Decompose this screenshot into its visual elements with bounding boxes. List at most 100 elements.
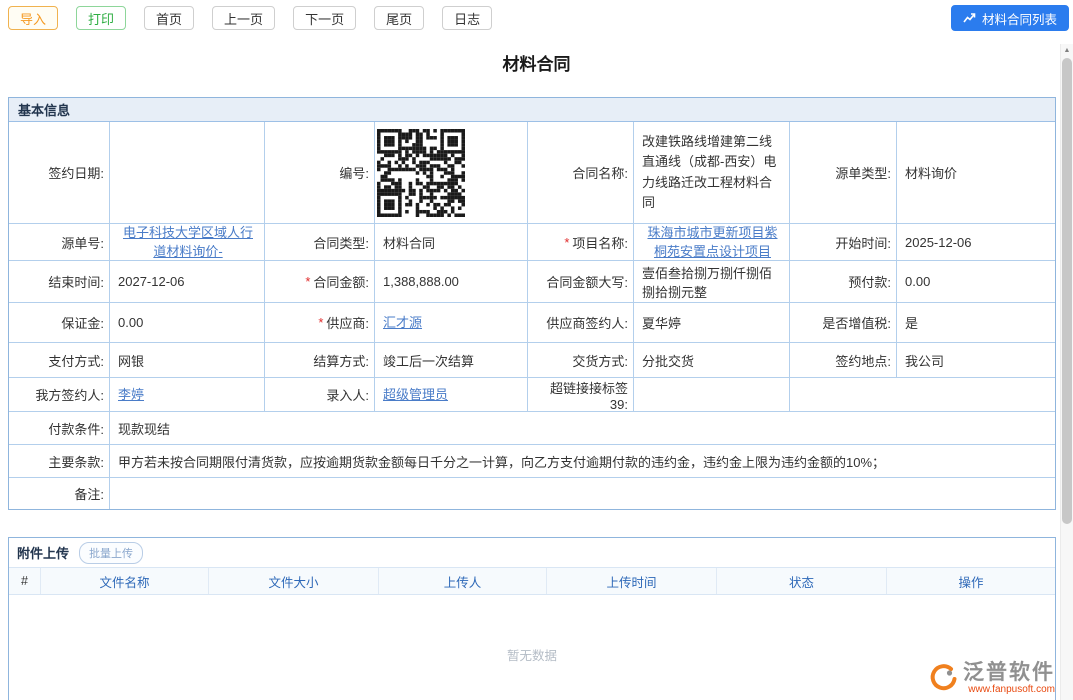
label-deposit: 保证金:: [9, 303, 110, 343]
value-pay-terms: 现款现结: [110, 412, 1055, 445]
col-file-name: 文件名称: [41, 568, 209, 594]
basic-info-section: 基本信息 签约日期: 编号: 合同名称: 改建铁路线增建第二线直通线（成都-西安…: [8, 97, 1056, 510]
value-hyperlink39: [634, 378, 790, 412]
trend-arrow-icon: [963, 12, 976, 24]
first-page-button[interactable]: 首页: [144, 6, 194, 30]
vertical-scrollbar[interactable]: ▲: [1060, 44, 1073, 700]
project-name-link[interactable]: 珠海市城市更新项目紫桐苑安置点设计项目: [642, 223, 783, 262]
label-pay-terms: 付款条件:: [9, 412, 110, 445]
value-settle-method: 竣工后一次结算: [375, 343, 528, 378]
label-pay-method: 支付方式:: [9, 343, 110, 378]
col-upload-time: 上传时间: [547, 568, 717, 594]
value-main-terms: 甲方若未按合同期限付清货款，应按逾期货款金额每日千分之一计算，向乙方支付逾期付款…: [110, 445, 1055, 478]
page-title: 材料合同: [0, 50, 1073, 75]
attachments-section-title: 附件上传: [17, 543, 69, 562]
value-our-signer: 李婷: [110, 378, 265, 412]
prev-page-button[interactable]: 上一页: [212, 6, 275, 30]
brand-name: 泛普软件: [963, 661, 1055, 684]
label-amount-caps: 合同金额大写:: [528, 261, 634, 303]
value-pay-method: 网银: [110, 343, 265, 378]
value-supplier: 汇才源: [375, 303, 528, 343]
value-project-name: 珠海市城市更新项目紫桐苑安置点设计项目: [634, 224, 790, 261]
value-vat: 是: [897, 303, 1055, 343]
value-source-no: 电子科技大学区域人行道材料询价-: [110, 224, 265, 261]
value-contract-name: 改建铁路线增建第二线直通线（成都-西安）电力线路迁改工程材料合同: [634, 122, 790, 224]
contract-list-button-label: 材料合同列表: [982, 9, 1057, 28]
toolbar: 导入 打印 首页 上一页 下一页 尾页 日志 材料合同列表: [0, 0, 1073, 36]
value-sign-date: [110, 122, 265, 224]
label-settle-method: 结算方式:: [265, 343, 375, 378]
label-project-name: * 项目名称:: [528, 224, 634, 261]
value-code: [375, 122, 528, 224]
label-our-signer: 我方签约人:: [9, 378, 110, 412]
label-sign-place: 签约地点:: [790, 343, 897, 378]
label-supplier-text: 供应商:: [326, 313, 369, 332]
attachments-header: 附件上传 批量上传: [9, 538, 1055, 567]
brand-url: www.fanpusoft.com: [968, 684, 1055, 695]
supplier-link[interactable]: 汇才源: [383, 313, 422, 333]
contract-list-button[interactable]: 材料合同列表: [951, 5, 1069, 31]
label-start-time: 开始时间:: [790, 224, 897, 261]
value-prepay: 0.00: [897, 261, 1055, 303]
basic-info-section-title: 基本信息: [9, 98, 1055, 122]
brand-footer: 泛普软件 www.fanpusoft.com: [928, 661, 1055, 695]
batch-upload-button[interactable]: 批量上传: [79, 542, 143, 564]
label-amount-text: 合同金额:: [313, 272, 369, 291]
label-hyperlink39: 超链接接标签39:: [528, 378, 634, 412]
label-amount: * 合同金额:: [265, 261, 375, 303]
value-supplier-signer: 夏华婷: [634, 303, 790, 343]
value-amount: 1,388,888.00: [375, 261, 528, 303]
value-delivery: 分批交货: [634, 343, 790, 378]
value-start-time: 2025-12-06: [897, 224, 1055, 261]
label-contract-type: 合同类型:: [265, 224, 375, 261]
import-button[interactable]: 导入: [8, 6, 58, 30]
value-end-time: 2027-12-06: [110, 261, 265, 303]
value-creator: 超级管理员: [375, 378, 528, 412]
label-supplier: * 供应商:: [265, 303, 375, 343]
col-index: #: [9, 568, 41, 594]
label-end-time: 结束时间:: [9, 261, 110, 303]
value-amount-caps: 壹佰叁拾捌万捌仟捌佰捌拾捌元整: [634, 261, 790, 303]
scroll-up-arrow[interactable]: ▲: [1061, 44, 1073, 57]
value-row6-empty: [790, 378, 1055, 412]
required-marker: *: [305, 274, 310, 289]
label-vat: 是否增值税:: [790, 303, 897, 343]
col-actions: 操作: [887, 568, 1055, 594]
label-delivery: 交货方式:: [528, 343, 634, 378]
label-sign-date: 签约日期:: [9, 122, 110, 224]
label-prepay: 预付款:: [790, 261, 897, 303]
next-page-button[interactable]: 下一页: [293, 6, 356, 30]
value-remark: [110, 478, 1055, 509]
brand-logo-icon: [928, 663, 958, 693]
source-no-link[interactable]: 电子科技大学区域人行道材料询价-: [118, 223, 258, 262]
log-button[interactable]: 日志: [442, 6, 492, 30]
qr-code: [377, 129, 465, 217]
value-contract-type: 材料合同: [375, 224, 528, 261]
value-sign-place: 我公司: [897, 343, 1055, 378]
basic-info-grid: 签约日期: 编号: 合同名称: 改建铁路线增建第二线直通线（成都-西安）电力线路…: [9, 122, 1055, 509]
attachments-section: 附件上传 批量上传 # 文件名称 文件大小 上传人 上传时间 状态 操作 暂无数…: [8, 537, 1056, 700]
scrollbar-thumb[interactable]: [1062, 58, 1072, 524]
our-signer-link[interactable]: 李婷: [118, 385, 144, 405]
label-main-terms: 主要条款:: [9, 445, 110, 478]
col-status: 状态: [717, 568, 887, 594]
main-content: 基本信息 签约日期: 编号: 合同名称: 改建铁路线增建第二线直通线（成都-西安…: [8, 97, 1056, 700]
required-marker: *: [564, 235, 569, 250]
label-source-type: 源单类型:: [790, 122, 897, 224]
label-creator: 录入人:: [265, 378, 375, 412]
label-supplier-signer: 供应商签约人:: [528, 303, 634, 343]
label-source-no: 源单号:: [9, 224, 110, 261]
col-uploader: 上传人: [379, 568, 547, 594]
print-button[interactable]: 打印: [76, 6, 126, 30]
required-marker: *: [318, 315, 323, 330]
value-deposit: 0.00: [110, 303, 265, 343]
creator-link[interactable]: 超级管理员: [383, 385, 448, 405]
label-project-name-text: 项目名称:: [572, 233, 628, 252]
col-file-size: 文件大小: [209, 568, 379, 594]
empty-state-text: 暂无数据: [9, 595, 1055, 700]
label-remark: 备注:: [9, 478, 110, 509]
attachments-table-header: # 文件名称 文件大小 上传人 上传时间 状态 操作: [9, 567, 1055, 595]
value-source-type: 材料询价: [897, 122, 1055, 224]
last-page-button[interactable]: 尾页: [374, 6, 424, 30]
label-contract-name: 合同名称:: [528, 122, 634, 224]
